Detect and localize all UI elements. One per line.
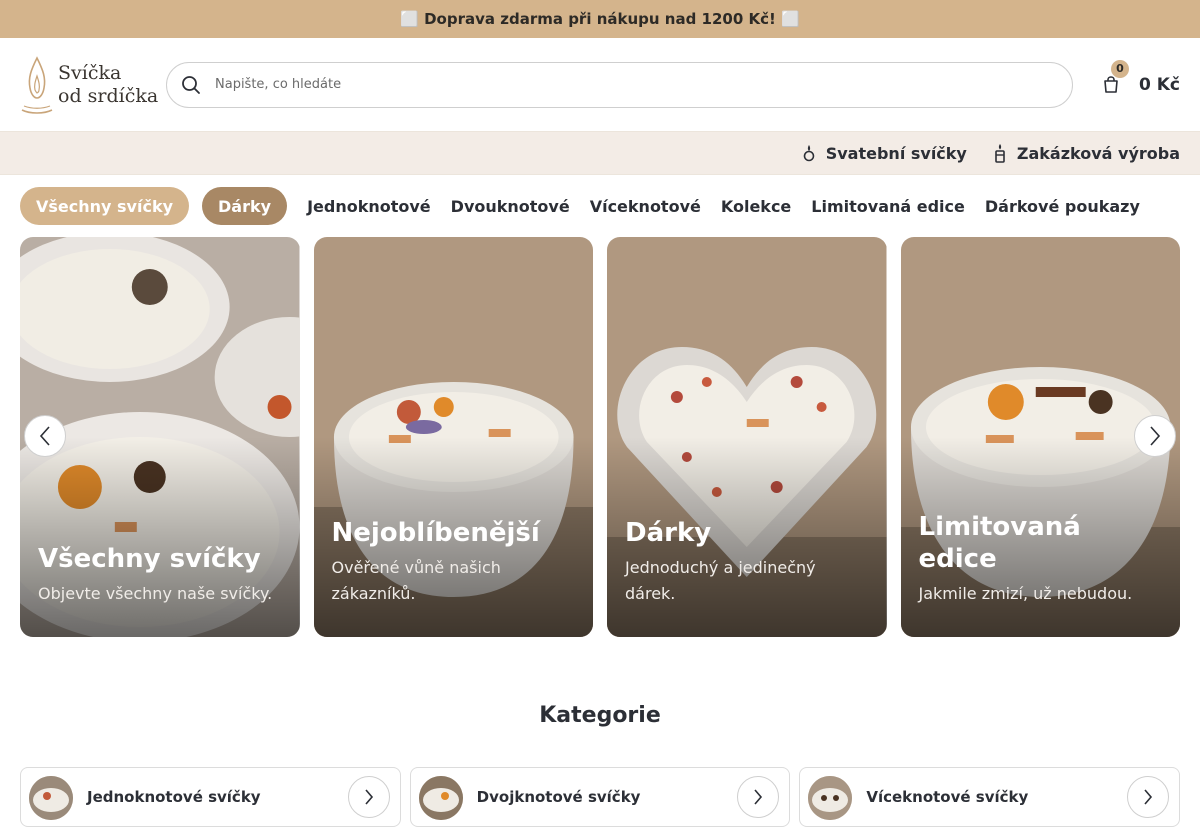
category-thumbnail <box>29 776 73 820</box>
card-shade <box>20 437 300 637</box>
nav-limited-edition[interactable]: Limitovaná edice <box>811 197 965 216</box>
carousel-prev-button[interactable] <box>24 415 66 457</box>
category-card-label: Víceknotové svíčky <box>866 788 1029 806</box>
nav-gift-vouchers[interactable]: Dárkové poukazy <box>985 197 1140 216</box>
category-card-multi-wick[interactable]: Víceknotové svíčky <box>799 767 1181 827</box>
cart-total[interactable]: 0 Kč <box>1139 75 1180 95</box>
nav-wedding-candles-label: Svatební svíčky <box>825 143 967 163</box>
category-cards: Jednoknotové svíčky Dvojknotové svíčky V… <box>20 767 1181 827</box>
nav-double-wick[interactable]: Dvouknotové <box>451 197 570 216</box>
hero-card-title: Limitovaná edice <box>918 512 1081 574</box>
search-input[interactable] <box>215 77 1052 92</box>
category-card-label: Jednoknotové svíčky <box>87 788 261 806</box>
shopping-bag-icon[interactable]: 0 <box>1099 59 1129 97</box>
categories-heading: Kategorie <box>539 703 661 728</box>
announcement-bar: ⬜ Doprava zdarma při nákupu nad 1200 Kč!… <box>0 0 1200 38</box>
category-card-double-wick[interactable]: Dvojknotové svíčky <box>409 767 791 827</box>
chevron-right-icon[interactable] <box>1127 776 1170 818</box>
chevron-left-icon <box>39 426 50 446</box>
logo-line-2: od srdíčka <box>58 84 159 107</box>
nav-wedding-candles[interactable]: Svatební svíčky <box>802 144 967 163</box>
nav-custom-made[interactable]: Zakázková výroba <box>993 143 1180 163</box>
category-thumbnail <box>808 776 853 820</box>
hero-card-subtitle: Jednoduchý a jedinečný dárek. <box>625 558 816 603</box>
carousel-next-button[interactable] <box>1134 415 1176 457</box>
category-card-single-wick[interactable]: Jednoknotové svíčky <box>20 767 401 827</box>
secondary-nav: Svatební svíčky Zakázková výroba <box>0 132 1200 175</box>
search-bar[interactable] <box>166 61 1073 108</box>
chevron-right-icon[interactable] <box>737 776 780 818</box>
nav-custom-made-label: Zakázková výroba <box>1016 143 1180 163</box>
site-header: Svíčka od srdíčka 0 0 Kč <box>0 38 1200 132</box>
hero-card-subtitle: Jakmile zmizí, už nebudou. <box>918 584 1133 603</box>
nav-multi-wick[interactable]: Víceknotové <box>590 197 701 216</box>
logo-line-1: Svíčka <box>58 61 122 84</box>
hero-card-gifts[interactable]: Dárky Jednoduchý a jedinečný dárek. <box>607 237 887 637</box>
candle-flame-logo-icon <box>21 55 53 114</box>
hero-card-title: Dárky <box>625 518 712 548</box>
nav-collections[interactable]: Kolekce <box>721 197 791 216</box>
pill-gifts[interactable]: Dárky <box>202 187 288 225</box>
candle-icon <box>995 144 1005 163</box>
hero-card-subtitle: Objevte všechny naše svíčky. <box>38 584 273 603</box>
announcement-text: ⬜ Doprava zdarma při nákupu nad 1200 Kč!… <box>400 10 800 28</box>
cart-count-badge: 0 <box>1111 59 1129 78</box>
chevron-right-icon <box>1150 426 1161 446</box>
candle-ring-icon <box>803 145 815 162</box>
cart[interactable]: 0 0 Kč <box>1099 59 1180 97</box>
hero-card-subtitle: Ověřené vůně našich zákazníků. <box>331 558 501 603</box>
pill-all-candles[interactable]: Všechny svíčky <box>20 187 190 225</box>
hero-card-most-popular[interactable]: Nejoblíbenější Ověřené vůně našich zákaz… <box>313 237 593 637</box>
chevron-right-icon[interactable] <box>347 776 390 818</box>
search-icon[interactable] <box>180 74 202 96</box>
hero-card-title: Všechny svíčky <box>38 544 261 574</box>
category-thumbnail <box>418 776 463 820</box>
nav-single-wick[interactable]: Jednoknotové <box>307 197 431 216</box>
logo[interactable]: Svíčka od srdíčka <box>20 53 166 117</box>
category-card-label: Dvojknotové svíčky <box>476 788 641 806</box>
hero-card-title: Nejoblíbenější <box>331 518 540 548</box>
category-nav: Všechny svíčky Dárky Jednoknotové Dvoukn… <box>0 175 1200 237</box>
hero-carousel: Všechny svíčky Objevte všechny naše svíč… <box>20 237 1180 637</box>
